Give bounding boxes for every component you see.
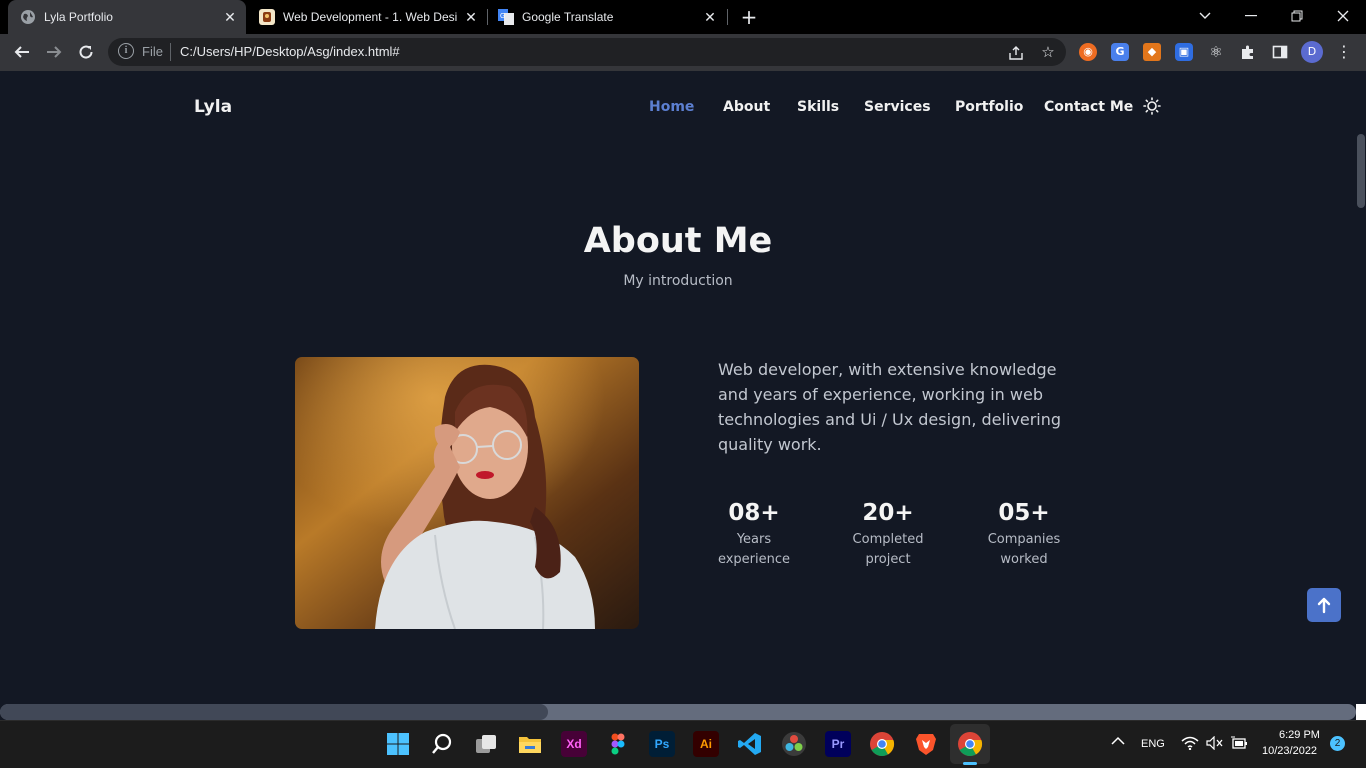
url-text[interactable]: C:/Users/HP/Desktop/Asg/index.html# (180, 44, 400, 59)
bookmark-star-icon[interactable]: ☆ (1038, 42, 1058, 62)
notification-badge[interactable]: 2 (1330, 736, 1345, 751)
globe-icon (20, 9, 36, 25)
clock-time[interactable]: 6:29 PM (1279, 729, 1320, 741)
tab-lyla-portfolio[interactable]: Lyla Portfolio ✕ (8, 0, 246, 34)
side-panel-icon[interactable] (1271, 43, 1289, 61)
profile-photo (295, 357, 639, 629)
nav-skills[interactable]: Skills (797, 99, 839, 115)
stat-label: Companies worked (964, 530, 1084, 570)
back-arrow-icon[interactable] (8, 38, 36, 66)
arrow-up-icon (1317, 597, 1331, 614)
chrome-icon[interactable] (869, 731, 895, 757)
profile-avatar[interactable]: D (1301, 41, 1323, 63)
wifi-icon[interactable] (1181, 736, 1199, 753)
stat-completed-project: 20+ Completed project (828, 497, 948, 570)
bitwarden-extension-icon[interactable]: ▣ (1175, 43, 1193, 61)
adobe-xd-icon[interactable]: Xd (561, 731, 587, 757)
stat-label: Completed project (828, 530, 948, 570)
show-hidden-icons-chevron-icon[interactable] (1111, 736, 1125, 749)
close-tab-icon[interactable]: ✕ (220, 9, 240, 26)
site-info-icon[interactable]: i (118, 43, 134, 59)
close-tab-icon[interactable]: ✕ (461, 9, 481, 26)
file-explorer-icon[interactable] (517, 731, 543, 757)
stat-companies-worked: 05+ Companies worked (964, 497, 1084, 570)
section-title: About Me (583, 221, 773, 261)
share-icon[interactable] (1006, 42, 1026, 62)
nav-contact-me[interactable]: Contact Me (1044, 99, 1133, 115)
nav-portfolio[interactable]: Portfolio (955, 99, 1023, 115)
new-tab-button[interactable]: + (736, 4, 762, 30)
scrollbar-corner (1356, 704, 1366, 720)
stat-number: 20+ (862, 500, 914, 526)
search-icon[interactable] (429, 731, 455, 757)
forward-arrow-icon[interactable] (40, 38, 68, 66)
horizontal-scrollbar-thumb[interactable] (0, 704, 548, 720)
reload-icon[interactable] (72, 38, 100, 66)
site-logo[interactable]: Lyla (194, 97, 232, 117)
extensions-puzzle-icon[interactable] (1239, 43, 1257, 61)
nav-home[interactable]: Home (649, 99, 694, 115)
illustrator-icon[interactable]: Ai (693, 731, 719, 757)
battery-charging-icon[interactable] (1230, 736, 1248, 753)
minimize-button[interactable] (1228, 0, 1274, 34)
close-tab-icon[interactable]: ✕ (700, 9, 720, 26)
translate-icon: G (498, 9, 514, 25)
nav-services[interactable]: Services (864, 99, 931, 115)
course-icon (259, 9, 275, 25)
svg-text:G: G (500, 13, 505, 20)
stat-years-experience: 08+ Years experience (694, 497, 814, 570)
tab-title: Lyla Portfolio (44, 10, 113, 24)
browser-menu-icon[interactable]: ⋮ (1336, 41, 1352, 63)
tab-title: Web Development - 1. Web Desi (283, 10, 458, 24)
figma-icon[interactable] (605, 731, 631, 757)
premiere-icon[interactable]: Pr (825, 731, 851, 757)
stat-label-line: Companies (987, 532, 1061, 547)
tab-web-development[interactable]: Web Development - 1. Web Desi ✕ (247, 0, 487, 34)
scroll-up-button[interactable] (1307, 588, 1341, 622)
page-viewport: Lyla Home About Skills Services Portfoli… (0, 71, 1356, 704)
restore-button[interactable] (1274, 0, 1320, 34)
windows-start-icon[interactable] (385, 731, 411, 757)
stat-label-line: Years (736, 532, 772, 547)
davinci-resolve-icon[interactable] (781, 731, 807, 757)
vscode-icon[interactable] (737, 731, 763, 757)
tab-search-chevron-icon[interactable] (1182, 0, 1228, 34)
tab-title: Google Translate (522, 10, 614, 24)
stat-label-line: project (865, 552, 911, 567)
photoshop-icon[interactable]: Ps (649, 731, 675, 757)
sun-icon[interactable] (1143, 97, 1161, 115)
clock-date[interactable]: 10/23/2022 (1262, 745, 1317, 757)
stat-label-line: experience (717, 552, 791, 567)
omnibox-divider (170, 43, 171, 61)
react-devtools-extension-icon[interactable]: ⚛ (1207, 43, 1225, 61)
stat-label-line: Completed (852, 532, 924, 547)
stat-label: Years experience (694, 530, 814, 570)
volume-muted-icon[interactable] (1206, 735, 1224, 753)
rss-extension-icon[interactable]: ◉ (1079, 43, 1097, 61)
section-subtitle: My introduction (623, 273, 733, 289)
about-description: Web developer, with extensive knowledge … (718, 360, 1062, 454)
url-scheme-label: File (142, 44, 163, 59)
translate-extension-icon[interactable]: G (1111, 43, 1129, 61)
metamask-extension-icon[interactable]: ◆ (1143, 43, 1161, 61)
input-language[interactable]: ENG (1141, 738, 1165, 750)
stat-label-line: worked (1000, 552, 1048, 567)
stat-number: 08+ (728, 500, 780, 526)
taskbar-active-indicator (963, 762, 977, 765)
tab-google-translate[interactable]: G Google Translate ✕ (486, 0, 726, 34)
close-window-button[interactable] (1320, 0, 1366, 34)
brave-icon[interactable] (913, 731, 939, 757)
vertical-scrollbar-thumb[interactable] (1357, 134, 1365, 208)
nav-about[interactable]: About (723, 99, 770, 115)
tab-separator (727, 9, 728, 25)
chrome-icon[interactable] (957, 731, 983, 757)
stat-number: 05+ (998, 500, 1050, 526)
task-view-icon[interactable] (473, 731, 499, 757)
